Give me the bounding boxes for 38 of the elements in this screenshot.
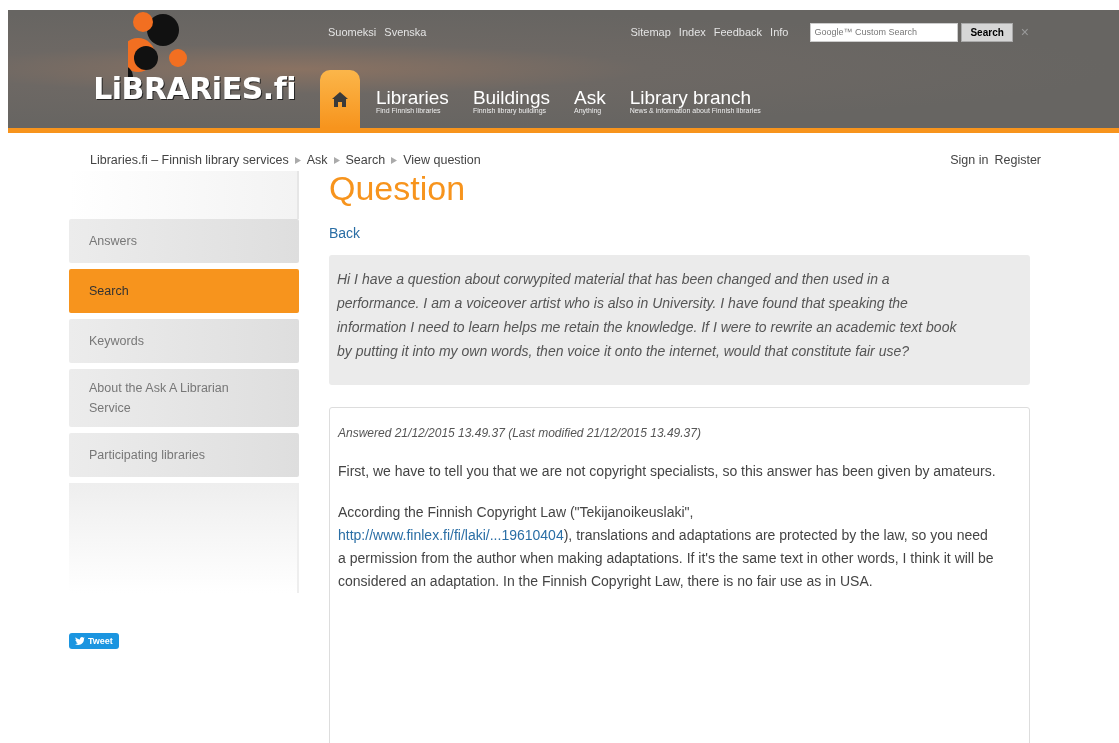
separator-icon — [391, 156, 398, 164]
sidebar-item[interactable]: About the Ask A Librarian Service — [69, 369, 299, 427]
page-title: Question — [329, 171, 467, 209]
separator-icon — [333, 156, 340, 164]
search-button[interactable]: Search — [961, 22, 1013, 42]
nav-link[interactable]: Buildings — [472, 88, 550, 107]
breadcrumb-link[interactable]: Libraries.fi – Finnish library services — [90, 153, 289, 167]
account-link[interactable]: Register — [994, 153, 1041, 167]
sidebar-item[interactable]: Search — [69, 269, 299, 313]
answer-paragraph: According the Finnish Copyright Law ("Tekijanoikeuslaki", http://www.finlex.fi/fi/laki/...19610404), translations and adaptations are protected by the law, so you need a permission from the author when making adaptations. If it's the same text in other words, I think it will be considered an adaptation. In the Finnish Copyright Law, there is no fair use as in USA. — [338, 503, 995, 591]
breadcrumb-link[interactable]: View question — [403, 153, 481, 167]
account-link[interactable]: Sign in — [950, 153, 989, 167]
nav-link[interactable]: Library branch — [629, 88, 761, 107]
answer-meta: Answered 21/12/2015 13.49.37 (Last modified 21/12/2015 13.49.37) — [338, 426, 702, 440]
nav-link[interactable]: Libraries — [376, 88, 449, 107]
home-icon — [332, 91, 348, 107]
sidebar-item[interactable]: Answers — [69, 219, 299, 263]
search-field[interactable]: Google™ Custom Search — [810, 22, 959, 42]
sidebar-item[interactable]: Participating libraries — [69, 433, 299, 477]
breadcrumb-link[interactable]: Ask — [306, 153, 328, 167]
separator-icon — [294, 156, 301, 164]
home-tab[interactable] — [320, 70, 360, 128]
language-link[interactable]: Suomeksi — [328, 26, 377, 38]
nav-link[interactable]: Ask — [574, 88, 606, 107]
bird-icon — [75, 637, 85, 645]
language-link[interactable]: Svenska — [384, 26, 427, 38]
utility-link[interactable]: Info — [770, 26, 789, 38]
back-link[interactable]: Back — [329, 225, 361, 241]
question-text: Hi I have a question about corwypited material that has been changed and then used in a performance. I am a voiceover artist who is also in University. I have found that speaking the information I need to learn helps me retain the knowledge. If I were to rewrite an academic text book by putting it into my own words, then voice it onto the internet, would that constitute fair use? — [337, 270, 958, 361]
site-logo[interactable]: LiBRARiES.fi — [93, 71, 296, 106]
utility-link[interactable]: Sitemap — [630, 26, 671, 38]
tweet-button[interactable]: Tweet — [69, 633, 119, 649]
law-link[interactable]: http://www.finlex.fi/fi/laki/...19610404 — [338, 527, 564, 543]
answer-paragraph: First, we have to tell you that we are not copyright specialists, so this answer has been given by amateurs. — [338, 462, 997, 481]
utility-link[interactable]: Feedback — [713, 26, 763, 38]
breadcrumb-link[interactable]: Search — [345, 153, 386, 167]
utility-link[interactable]: Index — [678, 26, 706, 38]
sidebar-item[interactable]: Keywords — [69, 319, 299, 363]
